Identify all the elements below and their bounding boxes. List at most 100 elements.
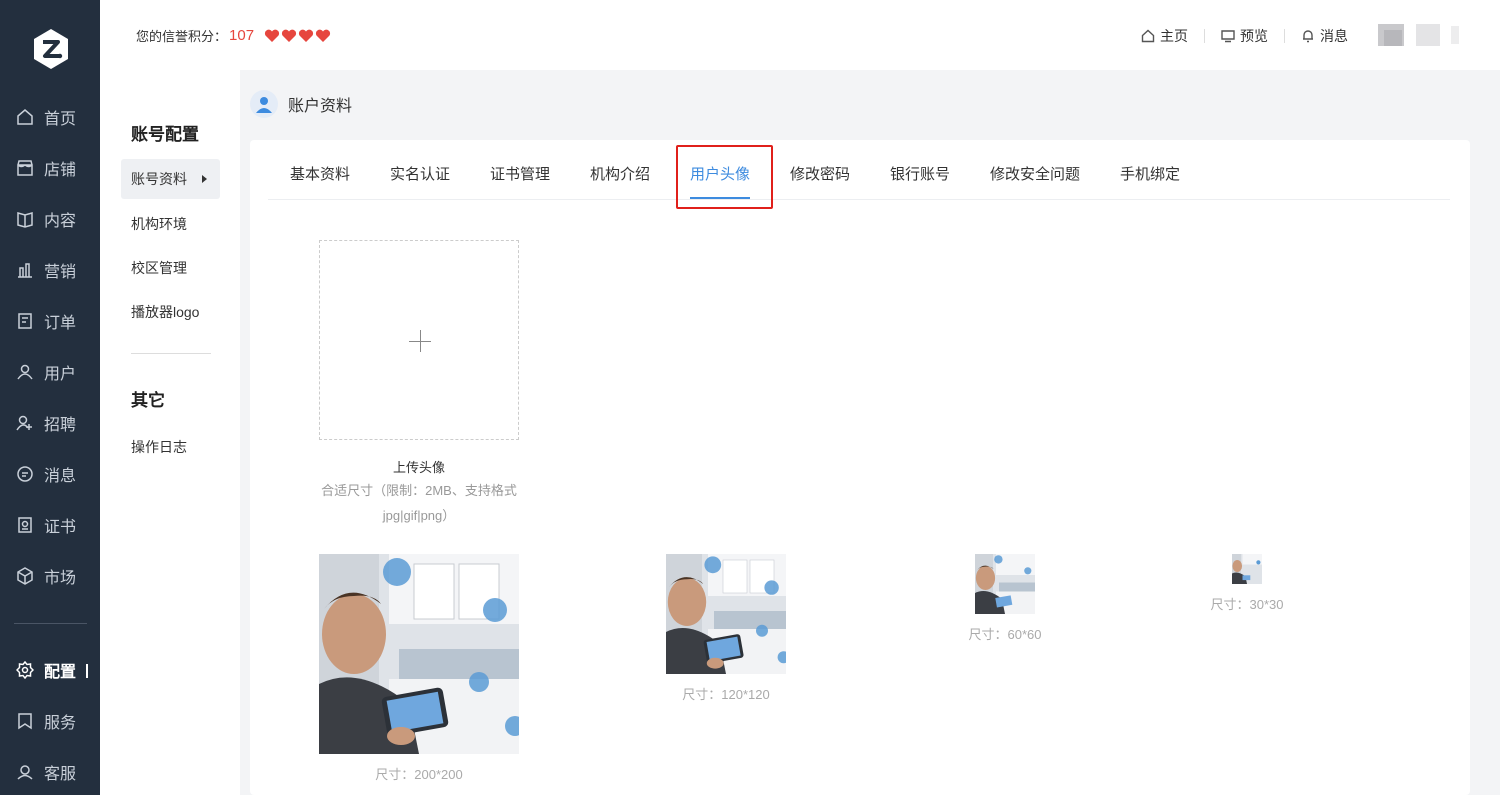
nav-divider bbox=[14, 623, 87, 624]
credit-label: 您的信誉积分： bbox=[136, 29, 228, 44]
nav-item-users[interactable]: 用户 bbox=[0, 352, 100, 392]
divider bbox=[1204, 29, 1205, 43]
nav-item-label: 首页 bbox=[44, 111, 77, 128]
tab-security-question[interactable]: 修改安全问题 bbox=[990, 140, 1080, 200]
certificate-icon bbox=[18, 517, 32, 533]
heart-icon bbox=[281, 29, 297, 42]
nav-item-label: 服务 bbox=[44, 715, 77, 732]
nav-item-certificates[interactable]: 证书 bbox=[0, 505, 100, 545]
logo-icon[interactable] bbox=[32, 28, 70, 70]
preview-size-label: 尺寸：120*120 bbox=[682, 687, 770, 702]
credit-hearts bbox=[264, 29, 331, 43]
order-icon bbox=[18, 313, 32, 329]
subnav-item-account-profile[interactable]: 账号资料 bbox=[121, 159, 220, 199]
preview-size-label: 尺寸：60*60 bbox=[968, 627, 1042, 642]
avatar-photo bbox=[666, 554, 786, 674]
user-avatar-icon bbox=[250, 90, 278, 118]
nav-item-marketing[interactable]: 营销 bbox=[0, 250, 100, 290]
top-header: 您的信誉积分： 107 主页 预览 消息 bbox=[100, 0, 1500, 70]
nav-item-store[interactable]: 店铺 bbox=[0, 148, 100, 188]
avatar-preview-200 bbox=[319, 554, 519, 754]
home-link-label: 主页 bbox=[1160, 28, 1188, 44]
nav-item-support[interactable]: 客服 bbox=[0, 752, 100, 792]
avatar-preview-30 bbox=[1232, 554, 1262, 584]
nav-item-messages[interactable]: 消息 bbox=[0, 454, 100, 494]
subnav-item-operation-log[interactable]: 操作日志 bbox=[131, 437, 187, 457]
bookmark-icon bbox=[18, 713, 32, 730]
subnav-item-label: 账号资料 bbox=[131, 171, 187, 187]
avatar-preview-120 bbox=[666, 554, 786, 674]
nav-item-label: 客服 bbox=[44, 766, 77, 783]
bell-icon bbox=[1303, 30, 1313, 43]
messages-link[interactable]: 消息 bbox=[1301, 26, 1348, 46]
nav-item-label: 证书 bbox=[44, 519, 77, 536]
home-icon bbox=[1141, 29, 1155, 43]
tab-bank-account[interactable]: 银行账号 bbox=[890, 140, 950, 200]
nav-item-label: 消息 bbox=[44, 468, 77, 485]
chart-icon bbox=[18, 263, 32, 278]
user-icon bbox=[17, 364, 33, 380]
gear-icon bbox=[16, 661, 34, 679]
preview-link[interactable]: 预览 bbox=[1221, 26, 1268, 46]
nav-item-label: 店铺 bbox=[44, 162, 77, 179]
avatar-upload-box[interactable] bbox=[319, 240, 519, 440]
nav-item-label: 市场 bbox=[44, 570, 77, 587]
plus-icon bbox=[420, 330, 421, 352]
divider bbox=[1284, 29, 1285, 43]
avatar-photo bbox=[975, 554, 1035, 614]
tab-real-name[interactable]: 实名认证 bbox=[390, 140, 450, 200]
messages-link-label: 消息 bbox=[1320, 28, 1348, 44]
main-nav-rail: 首页 店铺 内容 营销 订单 用户 招聘 消息 证书 市场 配置 服务 客服 bbox=[0, 0, 100, 795]
heart-icon bbox=[264, 29, 280, 42]
credit-score: 您的信誉积分： 107 bbox=[136, 26, 331, 45]
avatar-photo bbox=[1232, 554, 1262, 584]
active-indicator bbox=[86, 664, 88, 678]
group-title-account: 账号配置 bbox=[131, 125, 199, 144]
recruit-icon bbox=[16, 415, 32, 431]
chat-icon bbox=[17, 466, 33, 482]
profile-card: 基本资料 实名认证 证书管理 机构介绍 用户头像 修改密码 银行账号 修改安全问… bbox=[250, 140, 1470, 795]
page-title: 账户资料 bbox=[250, 90, 352, 118]
nav-item-orders[interactable]: 订单 bbox=[0, 301, 100, 341]
credit-value: 107 bbox=[229, 27, 255, 44]
nav-item-config[interactable]: 配置 bbox=[0, 650, 100, 690]
cube-icon bbox=[17, 567, 33, 585]
tab-org-intro[interactable]: 机构介绍 bbox=[590, 140, 650, 200]
preview-link-label: 预览 bbox=[1240, 28, 1268, 44]
highlight-box bbox=[676, 145, 773, 209]
tab-change-password[interactable]: 修改密码 bbox=[790, 140, 850, 200]
nav-item-label: 营销 bbox=[44, 264, 77, 281]
subnav-item-player-logo[interactable]: 播放器logo bbox=[131, 302, 199, 322]
group-title-other: 其它 bbox=[131, 391, 165, 410]
home-icon bbox=[17, 109, 33, 125]
monitor-icon bbox=[1221, 30, 1235, 43]
subnav-divider bbox=[131, 353, 211, 354]
preview-size-label: 尺寸：30*30 bbox=[1210, 597, 1284, 612]
book-icon bbox=[17, 212, 33, 228]
tab-phone-binding[interactable]: 手机绑定 bbox=[1120, 140, 1180, 200]
page-title-text: 账户资料 bbox=[288, 98, 353, 115]
nav-item-home[interactable]: 首页 bbox=[0, 97, 100, 137]
user-avatar[interactable] bbox=[1378, 22, 1463, 48]
headset-icon bbox=[17, 765, 33, 780]
nav-item-label: 招聘 bbox=[44, 417, 77, 434]
subnav-item-campus[interactable]: 校区管理 bbox=[131, 258, 187, 278]
tab-bar: 基本资料 实名认证 证书管理 机构介绍 用户头像 修改密码 银行账号 修改安全问… bbox=[268, 140, 1450, 200]
nav-item-recruit[interactable]: 招聘 bbox=[0, 403, 100, 443]
nav-item-service[interactable]: 服务 bbox=[0, 701, 100, 741]
tab-certificates[interactable]: 证书管理 bbox=[490, 140, 550, 200]
nav-item-label: 配置 bbox=[44, 664, 77, 681]
store-icon bbox=[17, 160, 33, 176]
avatar-preview-60 bbox=[975, 554, 1035, 614]
heart-icon bbox=[298, 29, 314, 42]
nav-item-market[interactable]: 市场 bbox=[0, 556, 100, 596]
heart-icon bbox=[315, 29, 331, 42]
header-links: 主页 预览 消息 bbox=[1141, 26, 1348, 46]
subnav-item-environment[interactable]: 机构环境 bbox=[131, 214, 187, 234]
nav-item-content[interactable]: 内容 bbox=[0, 199, 100, 239]
preview-size-label: 尺寸：200*200 bbox=[375, 767, 463, 782]
caret-right-icon bbox=[202, 175, 207, 183]
avatar-photo bbox=[319, 554, 519, 754]
tab-basic-info[interactable]: 基本资料 bbox=[290, 140, 350, 200]
home-link[interactable]: 主页 bbox=[1141, 26, 1188, 46]
